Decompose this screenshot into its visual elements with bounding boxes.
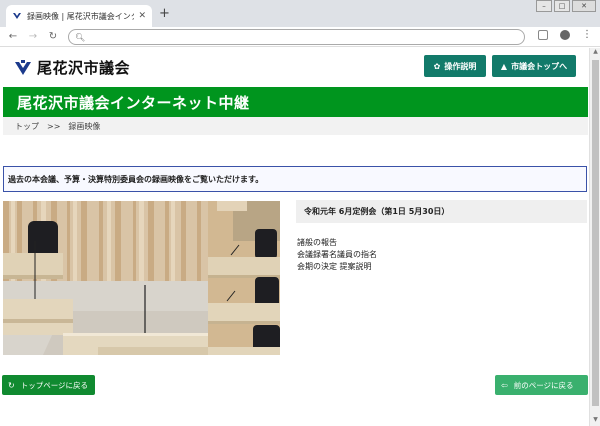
agenda-item[interactable]: 諸般の報告 (297, 237, 377, 249)
help-button[interactable]: ✿ 操作説明 (424, 55, 486, 77)
site-header: 尾花沢市議会 ✿ 操作説明 ▲ 市議会トップへ (0, 48, 589, 86)
scroll-up-icon[interactable]: ▲ (590, 48, 600, 58)
video-player[interactable] (3, 201, 280, 355)
notice-text: 過去の本会議、予算・決算特別委員会の録画映像をご覧いただけます。 (8, 174, 264, 184)
extension-icon[interactable] (538, 30, 548, 40)
browser-toolbar: ← → ↻ 🔍︎ ⋮ (0, 27, 600, 47)
address-bar[interactable]: 🔍︎ (68, 29, 525, 45)
agenda-item[interactable]: 会期の決定 提案説明 (297, 261, 377, 273)
window-controls: – □ ✕ (536, 0, 596, 12)
previous-page-button[interactable]: ⇦ 前のページに戻る (495, 375, 588, 395)
site-favicon-icon (13, 13, 21, 19)
agenda-list: 諸般の報告 会議録署名議員の指名 会期の決定 提案説明 (297, 237, 377, 273)
video-frame (3, 201, 280, 355)
council-top-button[interactable]: ▲ 市議会トップへ (492, 55, 576, 77)
site-logo[interactable]: 尾花沢市議会 (13, 57, 130, 78)
breadcrumb-home-link[interactable]: トップ (15, 121, 39, 132)
reload-icon[interactable]: ↻ (46, 31, 60, 42)
scroll-down-icon[interactable]: ▼ (590, 416, 600, 426)
new-tab-button[interactable]: + (159, 7, 170, 21)
back-arrow-icon[interactable]: ← (6, 31, 20, 42)
gear-icon: ✿ (433, 61, 441, 71)
forward-arrow-icon[interactable]: → (26, 31, 40, 42)
arrow-left-icon: ⇦ (501, 380, 508, 390)
profile-icon[interactable] (560, 30, 570, 40)
search-icon: 🔍︎ (75, 32, 86, 42)
triangle-up-icon: ▲ (500, 61, 508, 71)
minimize-button[interactable]: – (536, 0, 552, 12)
menu-dots-icon[interactable]: ⋮ (582, 30, 592, 40)
page-scrollbar[interactable]: ▲ ▼ (589, 48, 600, 426)
agenda-item[interactable]: 会議録署名議員の指名 (297, 249, 377, 261)
session-title: 令和元年 6月定例会（第1日 5月30日） (296, 200, 587, 223)
browser-tab[interactable]: 録画映像 | 尾花沢市議会インタ ✕ (6, 5, 152, 27)
breadcrumb-current: 録画映像 (68, 121, 101, 131)
close-window-button[interactable]: ✕ (572, 0, 596, 12)
city-emblem-icon (15, 59, 31, 75)
breadcrumb: トップ >> 録画映像 (3, 117, 588, 135)
logo-text: 尾花沢市議会 (37, 59, 131, 77)
banner-title: 尾花沢市議会インターネット中継 (17, 93, 250, 112)
tab-title: 録画映像 | 尾花沢市議会インタ (27, 11, 135, 21)
browser-titlebar: 録画映像 | 尾花沢市議会インタ ✕ + – □ ✕ (0, 0, 600, 27)
breadcrumb-separator: >> (47, 121, 61, 131)
notice-box: 過去の本会議、予算・決算特別委員会の録画映像をご覧いただけます。 (3, 166, 587, 192)
page-viewport: 尾花沢市議会 ✿ 操作説明 ▲ 市議会トップへ 尾花沢市議会インターネット中継 … (0, 48, 589, 426)
tab-close-icon[interactable]: ✕ (138, 11, 146, 21)
back-to-top-button[interactable]: ↻ トップページに戻る (2, 375, 95, 395)
return-arrow-icon: ↻ (8, 380, 15, 390)
scrollbar-thumb[interactable] (592, 60, 599, 406)
maximize-button[interactable]: □ (554, 0, 570, 12)
page-banner: 尾花沢市議会インターネット中継 (3, 87, 588, 117)
